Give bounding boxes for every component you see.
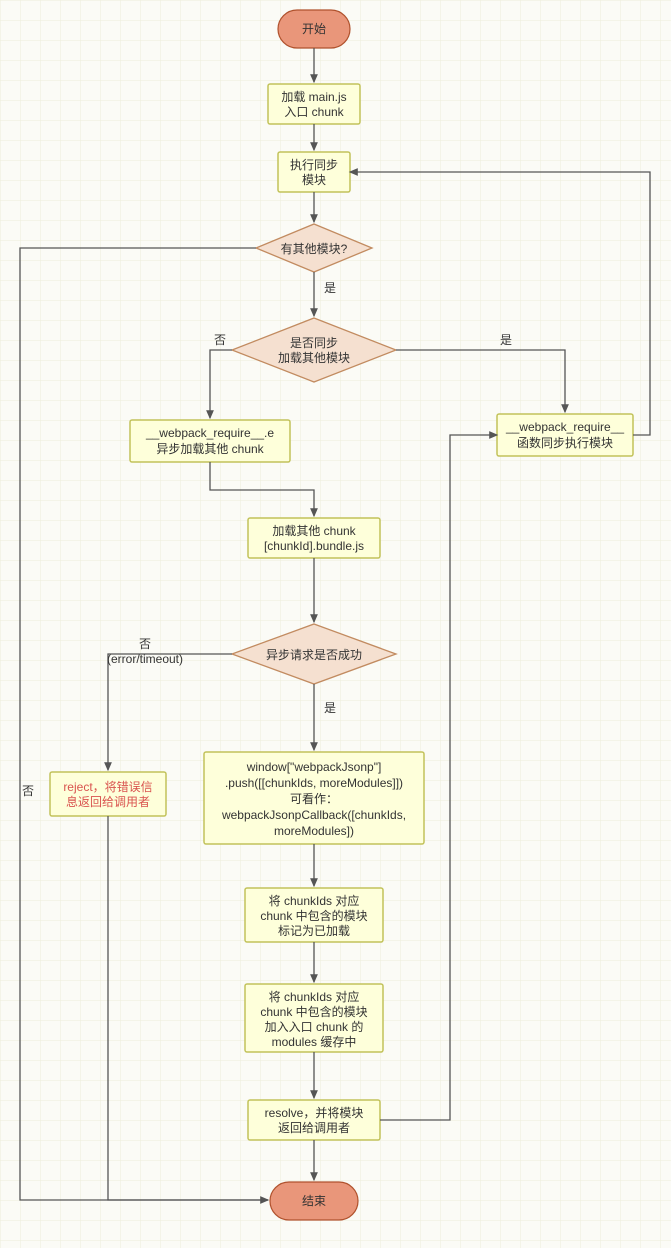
asyncok-yes: 是	[324, 701, 336, 715]
process-resolve: resolve，并将模块 返回给调用者	[248, 1100, 380, 1140]
terminal-end: 结束	[270, 1182, 358, 1220]
jsonp-line3: 可看作：	[290, 792, 338, 806]
process-sync-require: __webpack_require__ 函数同步执行模块	[497, 414, 633, 456]
process-mark-loaded: 将 chunkIds 对应 chunk 中包含的模块 标记为已加载	[245, 888, 383, 942]
loadmain-line1: 加载 main.js	[281, 90, 346, 104]
process-load-main: 加载 main.js 入口 chunk	[268, 84, 360, 124]
asyncreq-line1: __webpack_require__.e	[145, 426, 274, 440]
terminal-start: 开始	[278, 10, 350, 48]
process-jsonp: window["webpackJsonp"] .push([[chunkIds,…	[204, 752, 424, 844]
jsonp-line5: moreModules])	[274, 824, 354, 838]
mark-line2: chunk 中包含的模块	[260, 908, 367, 923]
hasother-label: 有其他模块?	[281, 242, 348, 256]
process-load-chunk: 加载其他 chunk [chunkId].bundle.js	[248, 518, 380, 558]
issync-yes-label: 是	[500, 333, 512, 347]
cache-line1: 将 chunkIds 对应	[269, 989, 360, 1004]
mark-line1: 将 chunkIds 对应	[269, 893, 360, 908]
cache-line4: modules 缓存中	[272, 1034, 357, 1049]
cache-line2: chunk 中包含的模块	[260, 1004, 367, 1019]
cache-line3: 加入入口 chunk 的	[265, 1019, 364, 1034]
syncreq-line2: 函数同步执行模块	[517, 435, 613, 450]
end-label: 结束	[302, 1194, 326, 1208]
flowchart-canvas: 开始 加载 main.js 入口 chunk 执行同步 模块 有其他模块? 是 …	[0, 0, 671, 1248]
asyncreq-line2: 异步加载其他 chunk	[156, 442, 264, 456]
jsonp-line2: .push([[chunkIds, moreModules]])	[225, 776, 403, 790]
reject-line1: reject，将错误信	[63, 780, 152, 794]
issync-line1: 是否同步	[290, 336, 338, 350]
issync-no-label: 否	[214, 333, 226, 347]
process-cache: 将 chunkIds 对应 chunk 中包含的模块 加入入口 chunk 的 …	[245, 984, 383, 1052]
process-exec-sync: 执行同步 模块	[278, 152, 350, 192]
execsync-line2: 模块	[302, 173, 326, 187]
process-reject: reject，将错误信 息返回给调用者	[50, 772, 166, 816]
asyncok-no1: 否	[139, 637, 151, 651]
loadchunk-line1: 加载其他 chunk	[272, 524, 356, 538]
hasother-no: 否	[22, 784, 34, 798]
resolve-line2: 返回给调用者	[278, 1121, 350, 1135]
asyncok-label: 异步请求是否成功	[266, 648, 362, 662]
jsonp-line4: webpackJsonpCallback([chunkIds,	[221, 808, 406, 822]
jsonp-line1: window["webpackJsonp"]	[246, 760, 382, 774]
loadmain-line2: 入口 chunk	[284, 105, 344, 119]
asyncok-no2: (error/timeout)	[107, 652, 183, 666]
start-label: 开始	[302, 22, 326, 36]
syncreq-line1: __webpack_require__	[505, 420, 624, 434]
issync-line2: 加载其他模块	[278, 351, 350, 365]
process-async-require: __webpack_require__.e 异步加载其他 chunk	[130, 420, 290, 462]
loadchunk-line2: [chunkId].bundle.js	[264, 539, 364, 553]
resolve-line1: resolve，并将模块	[265, 1106, 364, 1120]
reject-line2: 息返回给调用者	[66, 794, 150, 809]
mark-line3: 标记为已加载	[278, 924, 350, 938]
hasother-yes: 是	[324, 281, 336, 295]
execsync-line1: 执行同步	[290, 158, 338, 172]
